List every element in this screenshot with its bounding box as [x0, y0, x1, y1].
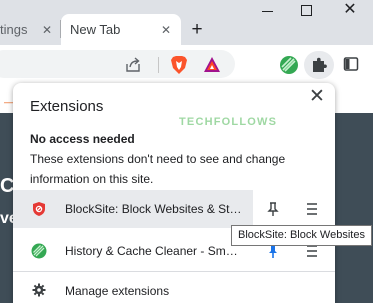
history-cache-cleaner-toolbar-icon[interactable] — [279, 55, 299, 75]
brave-icon[interactable] — [170, 55, 188, 75]
history-cache-cleaner-icon — [31, 243, 47, 259]
tab-new-tab[interactable]: New Tab ✕ — [61, 14, 181, 45]
extension-tooltip: BlockSite: Block Websites — [231, 225, 372, 246]
tab-previous[interactable]: tings ✕ — [0, 14, 60, 45]
toolbar-separator — [158, 57, 159, 73]
brave-rewards-icon[interactable] — [203, 56, 221, 74]
window-minimize-icon[interactable] — [258, 0, 278, 20]
manage-extensions-label: Manage extensions — [65, 284, 170, 298]
extension-name[interactable]: BlockSite: Block Websites & Stay Focused — [65, 202, 243, 216]
more-options-icon[interactable] — [306, 201, 318, 217]
window-close-icon[interactable]: ✕ — [340, 0, 360, 20]
extension-row-blocksite[interactable]: BlockSite: Block Websites & Stay Focused — [13, 190, 335, 228]
manage-extensions-row[interactable]: Manage extensions — [13, 272, 335, 303]
popup-title: Extensions — [30, 98, 104, 115]
share-icon[interactable] — [124, 56, 142, 74]
tab-strip: tings ✕ New Tab ✕ + ✕ — [0, 0, 373, 45]
new-tab-button[interactable]: + — [187, 20, 207, 40]
address-bar[interactable] — [0, 50, 235, 78]
watermark-text: TECHFOLLOWS — [179, 116, 278, 128]
extensions-popup: Extensions ✕ TECHFOLLOWS No access neede… — [13, 83, 335, 303]
tab-previous-close-icon[interactable]: ✕ — [39, 22, 55, 38]
browser-toolbar — [0, 45, 373, 83]
pin-icon[interactable] — [266, 201, 280, 217]
window-maximize-icon[interactable] — [301, 5, 312, 16]
puzzle-icon — [313, 57, 327, 72]
page-link-fragment: — — [4, 97, 13, 107]
blocksite-shield-icon — [33, 202, 45, 216]
extension-name[interactable]: History & Cache Cleaner - Smart Clean — [65, 244, 243, 258]
popup-close-icon[interactable]: ✕ — [306, 86, 328, 108]
tab-new-tab-close-icon[interactable]: ✕ — [158, 22, 174, 38]
gear-icon — [32, 283, 46, 297]
section-description: These extensions don't need to see and c… — [30, 152, 286, 186]
tab-new-tab-label: New Tab — [70, 22, 121, 37]
side-panel-icon[interactable] — [343, 56, 359, 72]
extensions-button[interactable] — [304, 51, 334, 79]
tab-previous-label: tings — [0, 22, 28, 37]
section-heading: No access needed — [30, 132, 135, 146]
